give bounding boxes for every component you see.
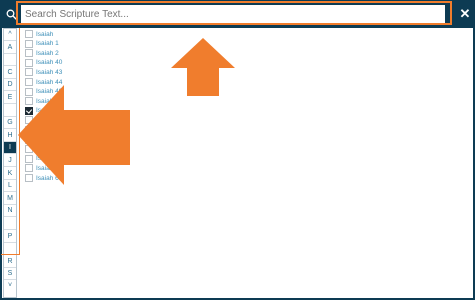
item-checkbox[interactable] (25, 87, 33, 96)
item-checkbox[interactable] (25, 78, 33, 86)
alphabet-letter-J[interactable]: J (4, 155, 16, 167)
item-label[interactable]: Isaiah 64 (36, 175, 62, 182)
list-item[interactable] (25, 135, 36, 145)
list-item[interactable]: Isaiah 64 (25, 173, 62, 183)
list-item[interactable]: Isaiah 1 (25, 39, 59, 49)
item-label[interactable]: Isaiah (36, 155, 53, 162)
search-icon (6, 9, 17, 20)
close-button[interactable]: ✕ (458, 6, 472, 22)
search-button[interactable] (2, 3, 20, 25)
list-item[interactable]: Isaiah 52 (25, 96, 62, 106)
alphabet-letter-scroll-up[interactable]: ^ (4, 29, 16, 41)
alphabet-letter-M[interactable]: M (4, 193, 16, 205)
search-bar: ✕ (0, 0, 475, 28)
list-item[interactable]: Isaiah 43 (25, 67, 62, 77)
alphabet-letter-blank[interactable] (4, 105, 16, 117)
item-checkbox[interactable] (25, 135, 33, 144)
item-label[interactable]: Isaiah 44 (36, 79, 62, 86)
alphabet-letter-blank[interactable] (4, 243, 16, 256)
item-label[interactable]: Isaiah 52 (36, 98, 62, 105)
alphabet-letter-D[interactable]: D (4, 79, 16, 92)
item-label[interactable]: Isa (36, 117, 45, 124)
alphabet-letter-C[interactable]: C (4, 67, 16, 79)
alphabet-letter-S[interactable]: S (4, 268, 16, 281)
item-label[interactable]: Isaiah (36, 31, 53, 38)
alphabet-letter-I[interactable]: I (4, 142, 16, 155)
alphabet-letter-blank[interactable] (4, 218, 16, 230)
item-checkbox[interactable] (25, 68, 33, 77)
item-label[interactable]: Isaiah 5 (36, 107, 59, 114)
search-input[interactable] (21, 5, 445, 23)
item-checkbox[interactable] (25, 154, 33, 163)
list-item[interactable]: Isaiah 49 (25, 87, 62, 97)
alphabet-letter-H[interactable]: H (4, 130, 16, 142)
item-label[interactable]: Isaiah 40 (36, 59, 62, 66)
list-item[interactable]: Isa (25, 115, 45, 125)
item-checkbox[interactable] (25, 116, 33, 125)
alphabet-letter-E[interactable]: E (4, 92, 16, 104)
item-checkbox[interactable] (25, 174, 33, 182)
alphabet-letter-N[interactable]: N (4, 205, 16, 218)
item-checkbox[interactable] (25, 126, 33, 134)
item-label[interactable]: Isaiah 43 (36, 69, 62, 76)
alphabet-letter-L[interactable]: L (4, 180, 16, 193)
alphabet-index: ^ A C D E G H I J K L M N P R S ˅ (3, 28, 17, 298)
list-item[interactable] (25, 144, 36, 154)
list-item[interactable]: Isaiah 40 (25, 58, 62, 68)
item-checkbox[interactable] (25, 49, 33, 58)
list-item[interactable]: Isaiah 44 (25, 77, 62, 87)
item-label[interactable]: Isaiah 49 (36, 88, 62, 95)
item-checkbox[interactable] (25, 145, 33, 154)
list-item[interactable]: Isaiah 5 (25, 106, 59, 116)
item-label[interactable]: Isaiah 2 (36, 50, 59, 57)
alphabet-letter-G[interactable]: G (4, 117, 16, 130)
item-label[interactable]: Isaiah 1 (36, 40, 59, 47)
item-checkbox[interactable] (25, 97, 33, 106)
item-checkbox[interactable] (25, 164, 33, 173)
alphabet-letter-blank[interactable] (4, 54, 16, 67)
item-checkbox[interactable] (25, 39, 33, 48)
item-label[interactable]: Isaiah 6 (36, 165, 59, 172)
close-icon: ✕ (459, 6, 471, 21)
item-checkbox[interactable] (25, 106, 33, 115)
list-item[interactable]: Isaiah 6 (25, 163, 59, 173)
item-checkbox[interactable] (25, 30, 33, 38)
list-item[interactable]: Isaiah (25, 154, 53, 164)
list-item[interactable] (25, 125, 36, 135)
alphabet-letter-A[interactable]: A (4, 42, 16, 54)
list-item[interactable]: Isaiah (25, 29, 53, 39)
alphabet-letter-R[interactable]: R (4, 256, 16, 268)
scripture-picker-frame (0, 0, 475, 300)
alphabet-letter-K[interactable]: K (4, 168, 16, 180)
list-item[interactable]: Isaiah 2 (25, 48, 59, 58)
alphabet-scroll-down-button[interactable]: ˅ (4, 281, 16, 291)
alphabet-letter-P[interactable]: P (4, 231, 16, 243)
item-checkbox[interactable] (25, 58, 33, 67)
